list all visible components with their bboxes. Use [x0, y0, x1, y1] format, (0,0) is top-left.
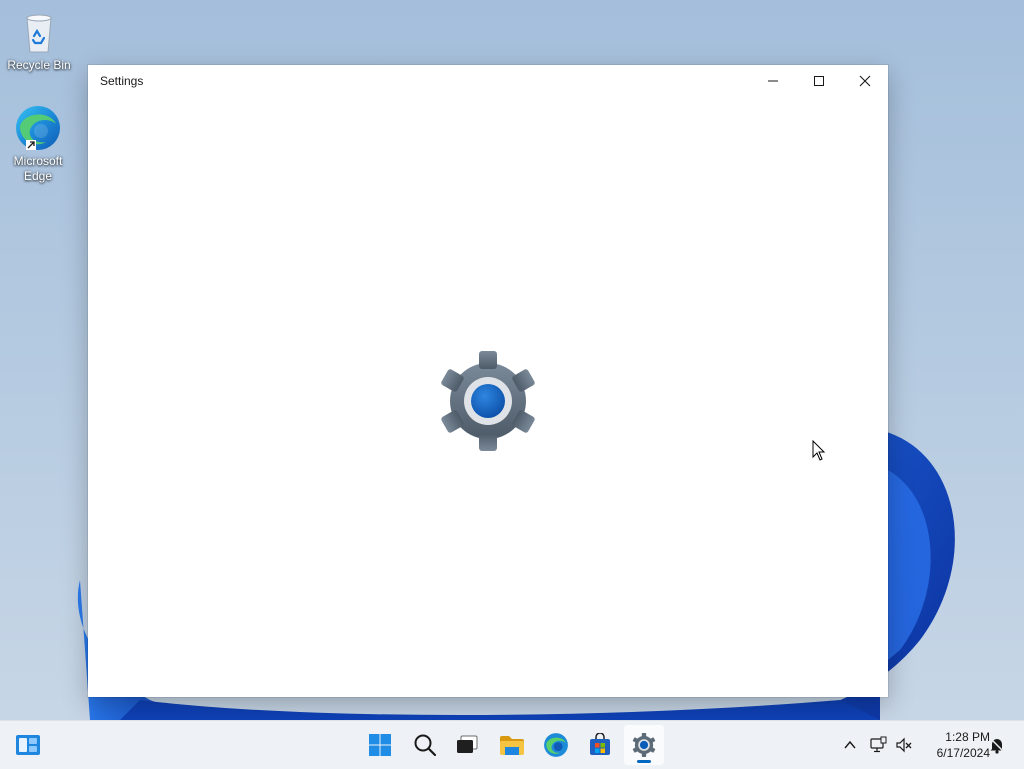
minimize-icon [768, 80, 778, 82]
widgets-icon [16, 735, 40, 755]
file-explorer-button[interactable] [492, 725, 532, 765]
task-view-button[interactable] [447, 725, 487, 765]
windows-logo-icon [369, 734, 391, 756]
network-button[interactable] [866, 733, 890, 757]
volume-button[interactable] [892, 733, 916, 757]
notifications-button[interactable] [985, 733, 1009, 757]
close-icon [859, 75, 871, 87]
clock-time: 1:28 PM [945, 730, 990, 744]
folder-icon [500, 736, 524, 755]
title-bar[interactable]: Settings [88, 65, 888, 97]
settings-taskbar-button[interactable] [624, 725, 664, 765]
clock[interactable]: 1:28 PM 6/17/2024 [922, 729, 990, 761]
chevron-up-icon [844, 740, 856, 749]
desktop-icon-label: Microsoft Edge [13, 154, 63, 183]
start-button[interactable] [360, 725, 400, 765]
mouse-cursor-icon [812, 440, 826, 461]
clock-date: 6/17/2024 [936, 746, 990, 760]
store-button[interactable] [580, 725, 620, 765]
settings-gear-icon [440, 351, 536, 451]
settings-gear-icon [632, 733, 656, 757]
settings-window[interactable]: Settings [88, 65, 888, 697]
task-view-icon [457, 735, 478, 753]
desktop-icon-recycle-bin[interactable]: Recycle Bin [3, 8, 75, 73]
maximize-icon [814, 76, 824, 86]
store-icon [590, 733, 610, 755]
desktop-icon-label: Recycle Bin [7, 58, 71, 72]
edge-icon [544, 733, 568, 757]
edge-taskbar-button[interactable] [536, 725, 576, 765]
maximize-button[interactable] [796, 65, 842, 97]
volume-muted-icon [896, 737, 912, 753]
desktop-icon-edge[interactable]: Microsoft Edge [2, 104, 74, 184]
close-button[interactable] [842, 65, 888, 97]
edge-icon [14, 104, 62, 152]
taskbar: 1:28 PM 6/17/2024 [0, 720, 1024, 769]
notification-bell-icon [990, 738, 1004, 754]
search-icon [414, 734, 437, 757]
window-title: Settings [100, 74, 144, 88]
minimize-button[interactable] [750, 65, 796, 97]
running-indicator [637, 760, 651, 763]
recycle-bin-icon [15, 8, 63, 56]
widgets-button[interactable] [8, 725, 48, 765]
network-icon [870, 736, 887, 753]
tray-overflow-button[interactable] [838, 733, 862, 757]
search-button[interactable] [405, 725, 445, 765]
